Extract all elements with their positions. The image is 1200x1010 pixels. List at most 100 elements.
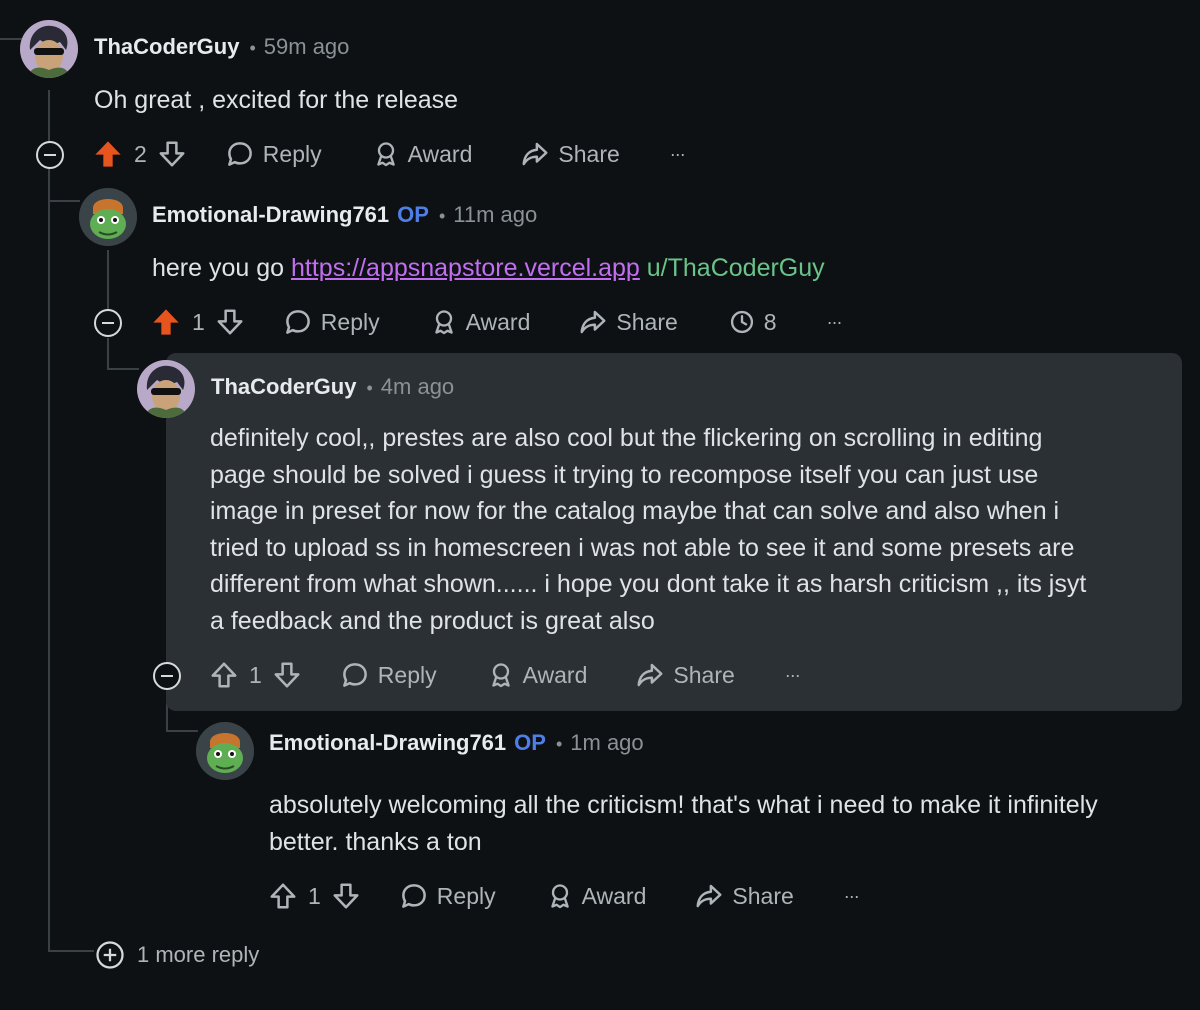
comment-2-actions: 1 Reply Award Share 8 ··· xyxy=(150,302,843,342)
reply-button[interactable]: Reply xyxy=(225,139,322,169)
comment-1-actions: 2 Reply Award Share ··· xyxy=(92,134,686,174)
timestamp[interactable]: 4m ago xyxy=(381,374,454,400)
timestamp[interactable]: 59m ago xyxy=(264,34,350,60)
collapse-icon[interactable] xyxy=(36,141,64,169)
avatar-emotional-drawing761-image xyxy=(196,722,254,780)
thread-line-top-stub xyxy=(0,38,22,40)
separator-dot: • xyxy=(249,38,256,58)
username[interactable]: ThaCoderGuy xyxy=(94,34,239,60)
more-replies-label: 1 more reply xyxy=(137,942,260,967)
comment-3-actions: 1 Reply Award Share ··· xyxy=(209,655,801,695)
thread-line-l2-curve xyxy=(107,368,139,370)
award-button[interactable]: Award xyxy=(546,882,646,910)
op-badge: OP xyxy=(514,730,546,755)
body-line: better. thanks a ton xyxy=(269,827,482,856)
external-link[interactable]: https://appsnapstore.vercel.app xyxy=(291,254,640,282)
award-icon xyxy=(372,140,400,168)
award-icon xyxy=(430,308,458,336)
comment-4-meta: Emotional-Drawing761 OP • 1m ago xyxy=(269,730,644,756)
reply-bubble-icon xyxy=(399,881,429,911)
share-button[interactable]: Share xyxy=(635,660,735,690)
avatar-thacoderguy[interactable] xyxy=(137,360,195,418)
downvote-icon[interactable] xyxy=(331,881,361,911)
thread-line-l3-curve xyxy=(166,730,198,732)
downvote-icon[interactable] xyxy=(272,660,302,690)
comment-4-body: absolutely welcoming all the criticism! … xyxy=(269,787,1098,860)
vote-count: 1 xyxy=(308,882,321,909)
share-icon xyxy=(520,139,550,169)
more-icon[interactable]: ··· xyxy=(827,312,843,333)
expand-icon xyxy=(96,941,124,969)
avatar-emotional-drawing761[interactable] xyxy=(79,188,137,246)
thread-line-l2-stem xyxy=(107,338,109,368)
comment-1-meta: ThaCoderGuy • 59m ago xyxy=(94,34,349,60)
reply-bubble-icon xyxy=(225,139,255,169)
downvote-icon[interactable] xyxy=(157,139,187,169)
comment-2-meta: Emotional-Drawing761 OP • 11m ago xyxy=(152,202,537,228)
reply-button[interactable]: Reply xyxy=(340,660,437,690)
collapse-icon[interactable] xyxy=(94,309,122,337)
more-icon[interactable]: ··· xyxy=(844,886,860,907)
share-icon xyxy=(578,307,608,337)
reply-button[interactable]: Reply xyxy=(283,307,380,337)
username[interactable]: Emotional-Drawing761 xyxy=(152,202,389,228)
more-replies-link[interactable]: 1 more reply xyxy=(95,940,259,970)
op-badge: OP xyxy=(397,202,429,227)
downvote-icon[interactable] xyxy=(215,307,245,337)
award-icon xyxy=(487,661,515,689)
body-line: page should be solved i guess it trying … xyxy=(210,460,1039,489)
body-line: a feedback and the product is great also xyxy=(210,606,655,635)
upvote-icon[interactable] xyxy=(92,138,124,170)
vote-count: 1 xyxy=(192,308,205,335)
separator-dot: • xyxy=(366,378,373,398)
reply-bubble-icon xyxy=(283,307,313,337)
body-line: absolutely welcoming all the criticism! … xyxy=(269,791,1098,819)
share-button[interactable]: Share xyxy=(520,139,620,169)
upvote-icon[interactable] xyxy=(268,881,298,911)
thread-line-root xyxy=(48,90,50,950)
upvote-icon[interactable] xyxy=(209,660,239,690)
views-clock-icon xyxy=(728,308,756,336)
upvote-icon[interactable] xyxy=(150,306,182,338)
award-button[interactable]: Award xyxy=(372,140,472,168)
more-icon[interactable]: ··· xyxy=(670,144,686,165)
separator-dot: • xyxy=(438,206,446,226)
comment-4-actions: 1 Reply Award Share ··· xyxy=(268,876,860,916)
comment-2-body: here you go https://appsnapstore.vercel.… xyxy=(152,250,825,287)
share-icon xyxy=(635,660,665,690)
username[interactable]: ThaCoderGuy xyxy=(211,374,356,400)
reply-bubble-icon xyxy=(340,660,370,690)
username[interactable]: Emotional-Drawing761 xyxy=(269,730,506,756)
avatar-emotional-drawing761[interactable] xyxy=(196,722,254,780)
vote-count: 2 xyxy=(134,140,147,167)
timestamp[interactable]: 11m ago xyxy=(453,202,537,228)
body-text: here you go xyxy=(152,254,291,282)
avatar-emotional-drawing761-image xyxy=(79,188,137,246)
award-button[interactable]: Award xyxy=(430,308,530,336)
separator-dot: • xyxy=(555,734,563,754)
comment-3-meta: ThaCoderGuy • 4m ago xyxy=(211,374,454,400)
award-icon xyxy=(546,882,574,910)
share-icon xyxy=(694,881,724,911)
thread-line-l1-curve xyxy=(48,200,80,202)
thread-line-l2 xyxy=(107,250,109,318)
thread-line-more-curve xyxy=(48,950,94,952)
body-line: definitely cool,, prestes are also cool … xyxy=(210,424,1043,452)
user-mention-link[interactable]: u/ThaCoderGuy xyxy=(647,254,825,282)
share-button[interactable]: Share xyxy=(578,307,678,337)
body-line: image in preset for now for the catalog … xyxy=(210,497,1060,525)
collapse-icon[interactable] xyxy=(153,662,181,690)
vote-count: 1 xyxy=(249,661,262,688)
avatar-thacoderguy-image xyxy=(20,20,78,78)
timestamp[interactable]: 1m ago xyxy=(570,730,643,756)
award-button[interactable]: Award xyxy=(487,661,587,689)
comment-1-body: Oh great , excited for the release xyxy=(94,86,459,114)
avatar-thacoderguy[interactable] xyxy=(20,20,78,78)
reply-button[interactable]: Reply xyxy=(399,881,496,911)
share-button[interactable]: Share xyxy=(694,881,794,911)
body-line: tried to upload ss in homescreen i was n… xyxy=(210,533,1075,562)
views-button[interactable]: 8 xyxy=(728,308,777,336)
more-icon[interactable]: ··· xyxy=(785,665,801,686)
avatar-thacoderguy-image xyxy=(137,360,195,418)
body-line: different from what shown...... i hope y… xyxy=(210,570,1087,598)
